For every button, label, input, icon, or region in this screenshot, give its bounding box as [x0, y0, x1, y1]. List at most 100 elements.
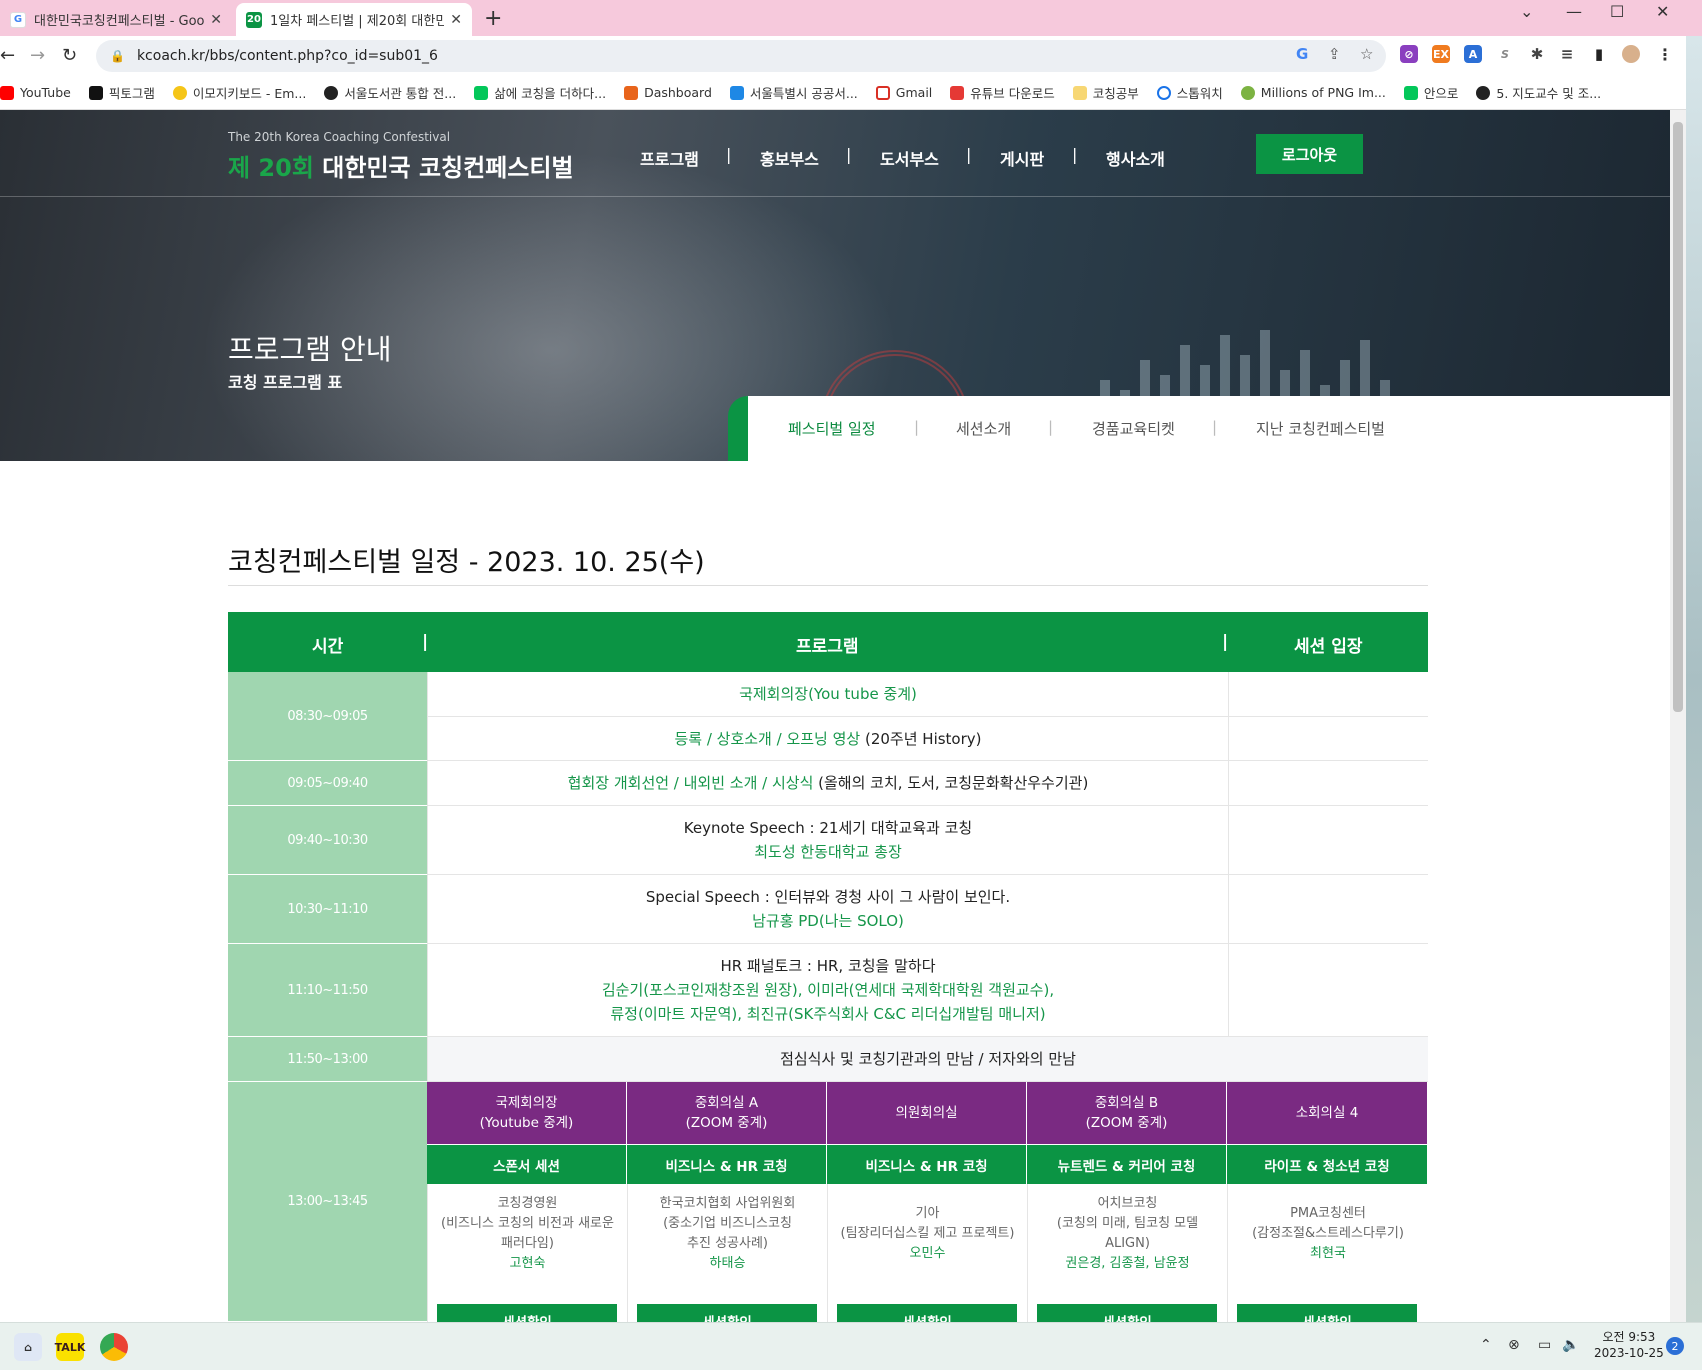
- room-header: 국제회의장 (Youtube 중계): [427, 1082, 627, 1144]
- bookmark-coaching-study[interactable]: 코칭공부: [1072, 83, 1139, 102]
- media-control-icon[interactable]: ≡: [1558, 45, 1576, 63]
- blog-icon: [474, 85, 489, 100]
- nav-event-intro[interactable]: 행사소개: [1106, 146, 1165, 170]
- bookmark-star-icon[interactable]: ☆: [1360, 45, 1373, 63]
- bookmark-gmail[interactable]: Gmail: [875, 85, 932, 100]
- subnav-prize-tickets[interactable]: 경품교육티켓: [1092, 418, 1175, 439]
- session-check-button[interactable]: 세션확인: [837, 1304, 1017, 1322]
- session-check-button[interactable]: 세션확인: [437, 1304, 617, 1322]
- reload-icon[interactable]: ↻: [62, 45, 77, 66]
- header-session-entry: 세션 입장: [1294, 637, 1363, 657]
- time-cell: 13:00~13:45: [228, 1082, 427, 1322]
- bookmark-stopwatch[interactable]: 스톱워치: [1156, 83, 1223, 102]
- site-header: The 20th Korea Coaching Confestival 제 20…: [0, 110, 1670, 197]
- back-arrow-icon[interactable]: ←: [0, 45, 15, 66]
- tray-app-icon[interactable]: ⊗: [1508, 1337, 1520, 1353]
- kakaotalk-icon[interactable]: TALK: [55, 1333, 85, 1361]
- subnav-separator: |: [914, 418, 920, 436]
- room-header: 중회의실 B (ZOOM 중계): [1027, 1082, 1227, 1144]
- nav-promo-booth[interactable]: 홍보부스: [760, 146, 819, 170]
- network-icon[interactable]: ▭: [1538, 1337, 1551, 1353]
- session-check-button[interactable]: 세션확인: [1037, 1304, 1217, 1322]
- schedule-title: 코칭컨페스티벌 일정 - 2023. 10. 25(수): [228, 547, 705, 578]
- program-cell: HR 패널토크 : HR, 코칭을 말하다 김순기(포스코인재창조원 원장), …: [427, 944, 1228, 1037]
- nav-book-booth[interactable]: 도서부스: [880, 146, 939, 170]
- nav-separator: |: [726, 145, 732, 164]
- page-title: 프로그램 안내: [228, 333, 392, 366]
- program-cell: Special Speech : 인터뷰와 경청 사이 그 사람이 보인다. 남…: [427, 875, 1228, 944]
- program-cell: 국제회의장(You tube 중계): [427, 672, 1228, 717]
- entry-cell: [1228, 944, 1428, 1037]
- nav-board[interactable]: 게시판: [1000, 146, 1044, 170]
- browser-tab-festival[interactable]: 20 1일차 페스티벌 | 제20회 대한민 ✕: [236, 3, 472, 36]
- extension-translate-icon[interactable]: A: [1464, 45, 1482, 63]
- entry-cell: [1228, 717, 1428, 761]
- close-tab-icon[interactable]: ✕: [210, 12, 222, 28]
- bookmark-advisor[interactable]: 5. 지도교수 및 조...: [1476, 83, 1601, 102]
- bookmark-pictogram[interactable]: 픽토그램: [88, 83, 155, 102]
- forward-arrow-icon[interactable]: →: [30, 45, 45, 66]
- minimize-icon[interactable]: —: [1566, 2, 1582, 21]
- bookmark-emoji[interactable]: 이모지키보드 - Em...: [172, 83, 306, 102]
- subnav-festival-schedule[interactable]: 페스티벌 일정: [788, 418, 876, 439]
- entry-cell: [1228, 875, 1428, 944]
- new-tab-button[interactable]: +: [484, 6, 502, 31]
- address-bar[interactable]: 🔒 kcoach.kr/bbs/content.php?co_id=sub01_…: [96, 40, 1386, 72]
- logout-button[interactable]: 로그아웃: [1256, 134, 1363, 174]
- nav-separator: |: [846, 145, 852, 164]
- bookmark-dashboard[interactable]: Dashboard: [624, 85, 712, 100]
- track-header: 스폰서 세션: [427, 1144, 627, 1184]
- extension-block-icon[interactable]: ⊘: [1400, 45, 1418, 63]
- app-launcher-icon[interactable]: ⌂: [14, 1333, 42, 1361]
- track-header: 비즈니스 & HR 코칭: [827, 1144, 1027, 1184]
- session-check-button[interactable]: 세션확인: [1237, 1304, 1417, 1322]
- notification-badge[interactable]: 2: [1666, 1337, 1684, 1355]
- volume-icon[interactable]: 🔈: [1562, 1337, 1579, 1353]
- bookmark-inward[interactable]: 안으로: [1403, 83, 1458, 102]
- chrome-icon[interactable]: [100, 1333, 128, 1361]
- bookmark-library[interactable]: 서울도서관 통합 전...: [324, 83, 456, 102]
- header-separator: |: [1222, 632, 1229, 652]
- url-text: kcoach.kr/bbs/content.php?co_id=sub01_6: [136, 48, 438, 64]
- page-scrollbar[interactable]: [1670, 110, 1686, 1322]
- subnav-past-festivals[interactable]: 지난 코칭컨페스티벌: [1256, 418, 1385, 439]
- nav-program[interactable]: 프로그램: [640, 146, 699, 170]
- tray-overflow-icon[interactable]: ⌃: [1480, 1337, 1492, 1353]
- share-icon[interactable]: ⇪: [1328, 45, 1341, 63]
- google-lens-icon[interactable]: G: [1296, 45, 1308, 63]
- bookmark-coaching-blog[interactable]: 삶에 코칭을 더하다...: [474, 83, 606, 102]
- tab-search-icon[interactable]: ⌄: [1520, 2, 1533, 21]
- bookmark-png[interactable]: Millions of PNG Im...: [1240, 85, 1386, 100]
- maximize-icon[interactable]: ☐: [1610, 2, 1624, 21]
- close-window-icon[interactable]: ✕: [1656, 2, 1669, 21]
- extensions-puzzle-icon[interactable]: ✱: [1528, 45, 1546, 63]
- session-check-button[interactable]: 세션확인: [637, 1304, 817, 1322]
- page-subtitle: 코칭 프로그램 표: [228, 373, 343, 392]
- globe-icon: [1476, 85, 1491, 100]
- extension-ex-icon[interactable]: EX: [1432, 45, 1450, 63]
- side-panel-icon[interactable]: ▮: [1590, 45, 1608, 63]
- bookmark-youtube-download[interactable]: 유튜브 다운로드: [950, 83, 1055, 102]
- site-logo[interactable]: 제 20회 대한민국 코칭컨페스티벌: [228, 148, 574, 183]
- menu-kebab-icon[interactable]: ⋮: [1656, 45, 1674, 64]
- extension-s-icon[interactable]: S: [1496, 45, 1514, 63]
- profile-avatar[interactable]: [1622, 45, 1640, 63]
- header-time: 시간: [312, 637, 344, 657]
- dashboard-icon: [624, 85, 639, 100]
- close-tab-icon[interactable]: ✕: [450, 12, 462, 28]
- google-favicon-icon: G: [10, 11, 26, 28]
- bookmarks-bar: YouTube 픽토그램 이모지키보드 - Em... 서울도서관 통합 전..…: [0, 76, 1702, 110]
- track-header: 라이프 & 청소년 코칭: [1227, 1144, 1428, 1184]
- time-cell: 08:30~09:05: [228, 672, 427, 761]
- bookmark-seoul[interactable]: 서울특별시 공공서...: [729, 83, 858, 102]
- bookmark-youtube[interactable]: YouTube: [0, 85, 71, 100]
- system-clock[interactable]: 오전 9:53 2023-10-25: [1594, 1329, 1664, 1361]
- brand-subtitle: The 20th Korea Coaching Confestival: [228, 130, 451, 144]
- browser-tab-bar: G 대한민국코칭컨페스티벌 - Goo ✕ 20 1일차 페스티벌 | 제20회…: [0, 0, 1702, 36]
- subnav-session-intro[interactable]: 세션소개: [956, 418, 1011, 439]
- title-divider: [228, 585, 1428, 586]
- browser-tab-google[interactable]: G 대한민국코칭컨페스티벌 - Goo ✕: [0, 3, 232, 36]
- table-header: 시간 | 프로그램 | 세션 입장: [228, 612, 1428, 672]
- scrollbar-thumb[interactable]: [1673, 122, 1683, 712]
- windows-taskbar: ⌂ TALK ⌃ ⊗ ▭ 🔈 오전 9:53 2023-10-25 2: [0, 1322, 1702, 1370]
